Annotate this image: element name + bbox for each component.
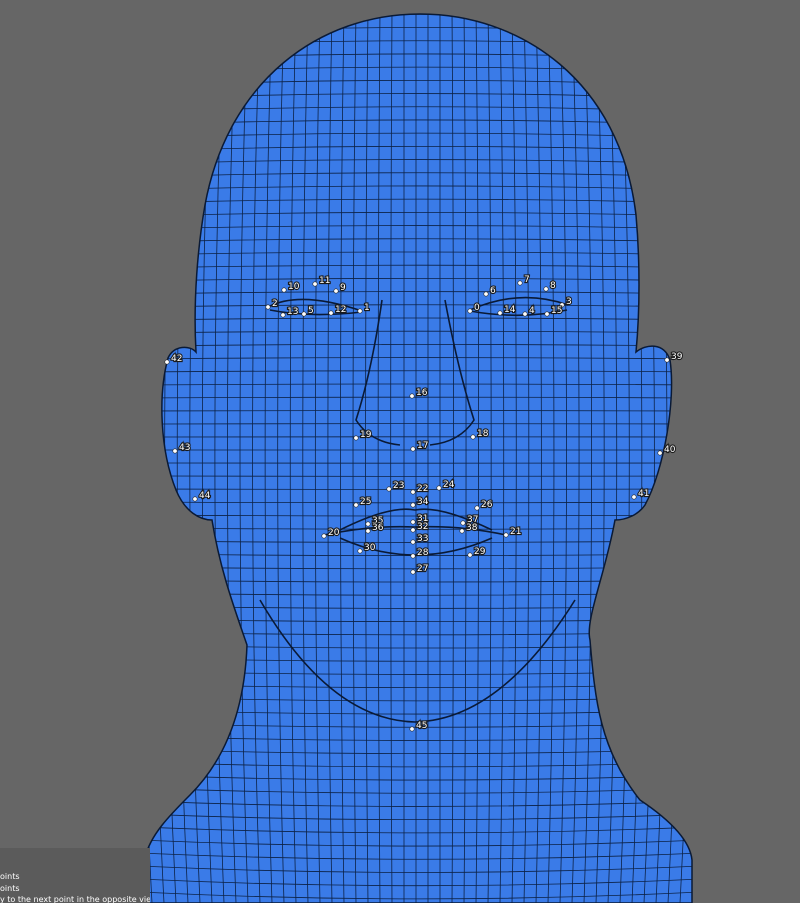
landmark-marker[interactable] <box>410 539 416 545</box>
landmark-marker[interactable] <box>312 281 318 287</box>
landmark-label: 0 <box>474 303 480 313</box>
landmark-marker[interactable] <box>328 310 334 316</box>
landmark-label: 39 <box>671 352 683 362</box>
landmark-label: 26 <box>481 500 493 510</box>
landmark-label: 29 <box>474 547 486 557</box>
landmark-label: 14 <box>504 305 516 315</box>
hint-text-1: oints <box>0 872 20 881</box>
landmark-marker[interactable] <box>657 450 663 456</box>
landmark-label: 9 <box>340 283 346 293</box>
landmark-label: 7 <box>524 275 530 285</box>
landmark-marker[interactable] <box>664 357 670 363</box>
landmark-marker[interactable] <box>357 548 363 554</box>
landmark-label: 19 <box>360 430 372 440</box>
landmark-label: 30 <box>364 543 376 553</box>
landmark-marker[interactable] <box>265 304 271 310</box>
landmark-marker[interactable] <box>365 521 371 527</box>
landmark-label: 32 <box>417 522 428 532</box>
landmark-marker[interactable] <box>172 448 178 454</box>
landmark-label: 13 <box>287 307 298 317</box>
landmark-marker[interactable] <box>410 446 416 452</box>
landmark-label: 27 <box>417 564 428 574</box>
landmark-marker[interactable] <box>503 532 509 538</box>
landmark-label: 22 <box>417 484 428 494</box>
landmark-label: 1 <box>364 303 370 313</box>
landmark-label: 4 <box>529 306 535 316</box>
landmark-marker[interactable] <box>467 552 473 558</box>
landmark-marker[interactable] <box>410 489 416 495</box>
mesh-surface <box>145 14 692 903</box>
3d-viewport[interactable]: 0 1 2 3 4 5 6 7 8 9 10 11 12 13 14 15 16 17 18 19 20 21 22 23 24… <box>0 0 800 903</box>
landmark-marker[interactable] <box>409 393 415 399</box>
landmark-label: 38 <box>466 523 478 533</box>
landmark-marker[interactable] <box>280 312 286 318</box>
landmark-label: 12 <box>335 305 346 315</box>
landmark-marker[interactable] <box>353 435 359 441</box>
landmark-marker[interactable] <box>164 359 170 365</box>
landmark-label: 25 <box>360 497 371 507</box>
landmark-label: 3 <box>566 297 572 307</box>
landmark-label: 33 <box>417 534 428 544</box>
landmark-marker[interactable] <box>517 280 523 286</box>
landmark-marker[interactable] <box>483 291 489 297</box>
landmark-label: 34 <box>417 497 429 507</box>
landmark-label: 2 <box>272 299 278 309</box>
landmark-label: 17 <box>417 441 428 451</box>
landmark-label: 40 <box>664 445 676 455</box>
landmark-marker[interactable] <box>321 533 327 539</box>
landmark-label: 36 <box>372 523 384 533</box>
landmark-marker[interactable] <box>460 520 466 526</box>
landmark-label: 10 <box>288 282 300 292</box>
help-hints-panel: oints oints y to the next point in the o… <box>0 848 150 903</box>
landmark-marker[interactable] <box>544 311 550 317</box>
hint-text-3: y to the next point in the opposite view… <box>0 895 150 903</box>
landmark-label: 45 <box>416 721 427 731</box>
landmark-marker[interactable] <box>333 288 339 294</box>
landmark-marker[interactable] <box>410 569 416 575</box>
landmark-label: 23 <box>393 481 404 491</box>
landmark-label: 8 <box>550 281 556 291</box>
landmark-marker[interactable] <box>459 528 465 534</box>
landmark-label: 16 <box>416 388 428 398</box>
landmark-marker[interactable] <box>410 519 416 525</box>
landmark-label: 44 <box>199 491 211 501</box>
hint-text-2: oints <box>0 884 20 893</box>
landmark-label: 15 <box>551 306 562 316</box>
landmark-marker[interactable] <box>522 311 528 317</box>
landmark-marker[interactable] <box>631 494 637 500</box>
landmark-marker[interactable] <box>365 528 371 534</box>
landmark-marker[interactable] <box>301 311 307 317</box>
landmark-label: 5 <box>308 306 314 316</box>
head-mesh-scene[interactable]: 012 345678910111213 14 151617181920 212223 24… <box>0 0 800 903</box>
landmark-label: 11 <box>319 276 330 286</box>
landmark-marker[interactable] <box>410 553 416 559</box>
landmark-label: 28 <box>417 548 429 558</box>
landmark-label: 24 <box>443 480 455 490</box>
landmark-marker[interactable] <box>192 496 198 502</box>
head-mesh <box>144 13 693 903</box>
landmark-marker[interactable] <box>470 434 476 440</box>
landmark-label: 6 <box>490 286 496 296</box>
landmark-marker[interactable] <box>467 308 473 314</box>
landmark-marker[interactable] <box>386 486 392 492</box>
landmark-marker[interactable] <box>281 287 287 293</box>
landmark-label: 41 <box>638 489 649 499</box>
landmark-marker[interactable] <box>357 308 363 314</box>
landmark-label: 43 <box>179 443 190 453</box>
landmark-marker[interactable] <box>410 502 416 508</box>
landmark-label: 20 <box>328 528 340 538</box>
landmark-marker[interactable] <box>410 527 416 533</box>
landmark-marker[interactable] <box>474 505 480 511</box>
landmark-marker[interactable] <box>409 726 415 732</box>
landmark-label: 42 <box>171 354 182 364</box>
landmark-marker[interactable] <box>497 310 503 316</box>
landmark-marker[interactable] <box>353 502 359 508</box>
landmark-marker[interactable] <box>436 485 442 491</box>
landmark-label: 21 <box>510 527 521 537</box>
landmark-marker[interactable] <box>543 286 549 292</box>
landmark-label: 18 <box>477 429 489 439</box>
